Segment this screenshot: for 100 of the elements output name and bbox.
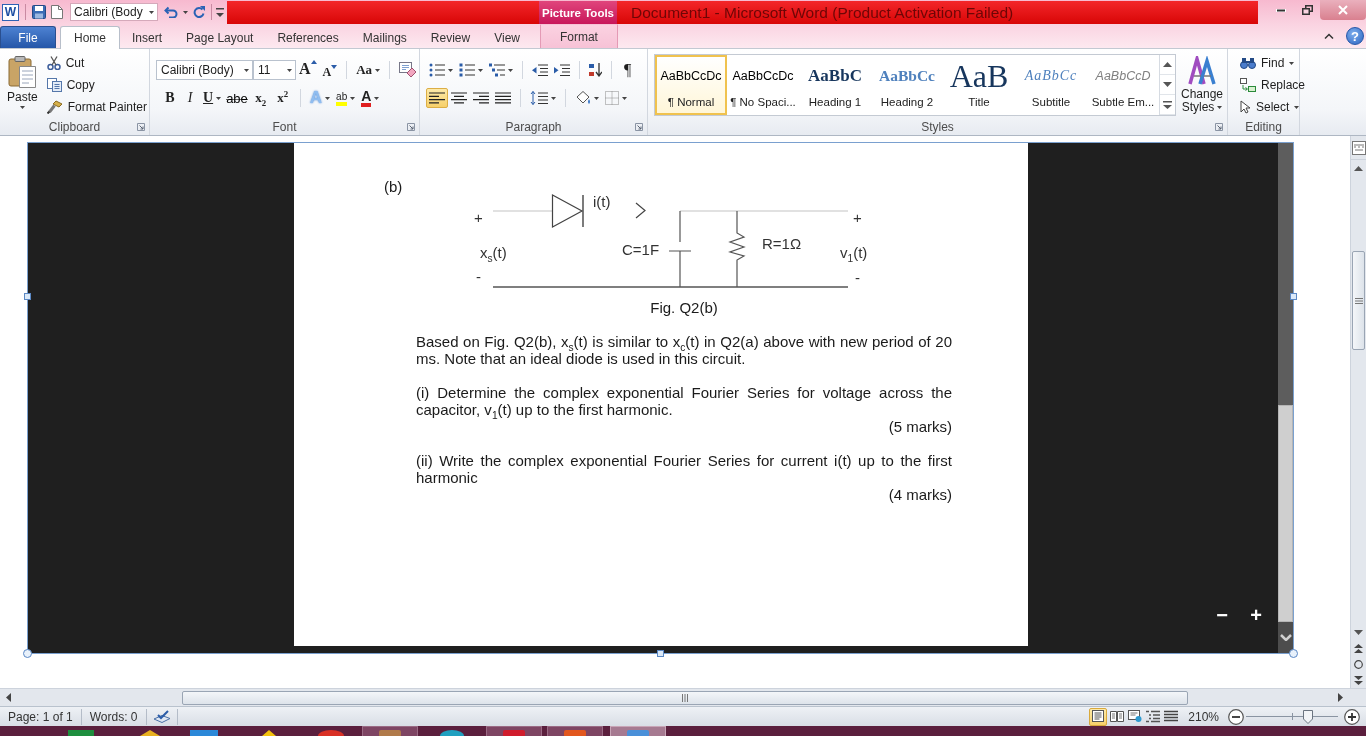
zoom-slider[interactable] — [1246, 708, 1338, 725]
caret-icon — [244, 68, 249, 72]
find-button[interactable]: Find — [1238, 52, 1308, 74]
replace-button[interactable]: Replace — [1238, 74, 1308, 96]
font-size-field[interactable]: 11 — [253, 60, 296, 80]
subscript-button[interactable]: x$_{2}$ — [249, 88, 272, 108]
superscript-button[interactable]: x$^{2}$ — [271, 88, 294, 108]
ribbon-tab[interactable]: View — [482, 26, 532, 48]
font-color-button[interactable]: A — [358, 88, 383, 108]
underline-button[interactable]: U — [200, 88, 225, 108]
align-left-button[interactable] — [426, 88, 448, 108]
style-item[interactable]: AaBbCc Heading 2 — [871, 55, 943, 115]
figure-caption: Fig. Q2(b) — [649, 299, 719, 316]
ruler-icon — [1351, 140, 1366, 155]
borders-icon — [605, 91, 619, 105]
caret-icon — [374, 96, 380, 100]
app-icon[interactable] — [140, 730, 160, 736]
app-icon[interactable] — [440, 730, 464, 736]
circuit-label: x$_{s}$(t) — [480, 244, 507, 261]
zoom-level[interactable]: 210% — [1188, 709, 1219, 724]
chevron-down-icon[interactable] — [1279, 634, 1292, 641]
resize-handle-icon[interactable] — [24, 293, 31, 300]
viewer-zoom-out-button[interactable]: − — [1211, 603, 1233, 627]
change-styles-button[interactable]: Change Styles — [1178, 54, 1226, 116]
grow-font-button[interactable]: A — [296, 60, 320, 80]
caret-icon — [216, 96, 222, 100]
circuit-label: C=1F — [622, 241, 660, 258]
up-arrow-icon — [1354, 165, 1363, 171]
resize-handle-icon[interactable] — [657, 650, 664, 657]
dialog-launcher-button[interactable] — [137, 123, 145, 131]
page-count[interactable]: Page: 1 of 1 — [0, 709, 81, 724]
ribbon-tab[interactable]: Mailings — [350, 26, 419, 48]
caret-icon — [182, 10, 188, 14]
show-formatting-marks-button[interactable]: ¶ — [618, 61, 638, 79]
ribbon-tab[interactable]: Page Layout — [174, 26, 266, 48]
resize-handle-icon[interactable] — [1289, 649, 1298, 658]
restore-icon — [1301, 5, 1313, 15]
ribbon-tab[interactable]: References — [265, 26, 351, 48]
scrollbar-thumb[interactable] — [1352, 251, 1365, 350]
caret-icon — [149, 10, 154, 14]
binoculars-icon — [1240, 57, 1256, 69]
ribbon-tab[interactable]: Home — [60, 26, 120, 49]
resize-handle-icon[interactable] — [1290, 293, 1297, 300]
dialog-launcher-button[interactable] — [407, 123, 415, 131]
ribbon-tab[interactable]: Format — [539, 24, 618, 48]
paint-bucket-icon — [575, 91, 591, 105]
viewer-scrollbar-thumb[interactable] — [1278, 405, 1293, 622]
ribbon-tab[interactable]: Review — [418, 26, 483, 48]
format-painter-button[interactable]: Format Painter — [44, 96, 149, 118]
caret-icon — [478, 68, 483, 72]
circuit-label: i(t) — [593, 193, 611, 210]
print-layout-button[interactable] — [1089, 707, 1108, 726]
justify-icon — [495, 92, 511, 104]
font-name-field[interactable]: Calibri (Body) — [156, 60, 253, 80]
style-item[interactable]: AaBbCc Subtitle — [1015, 55, 1087, 115]
ribbon-tab[interactable]: Insert — [120, 26, 175, 48]
save-button[interactable] — [30, 2, 48, 22]
full-screen-reading-icon — [1110, 710, 1125, 723]
down-arrow-icon — [1163, 82, 1172, 87]
resize-handle-icon[interactable] — [23, 649, 32, 658]
zoom-in-button[interactable] — [1344, 708, 1360, 725]
up-arrow-icon — [310, 60, 317, 64]
viewer-zoom-in-button[interactable]: + — [1245, 603, 1267, 627]
highlight-button[interactable]: ab — [333, 88, 359, 108]
font-name-field[interactable]: Calibri (Body — [70, 3, 158, 21]
select-button[interactable]: Select — [1238, 96, 1308, 118]
circuit-label: - — [476, 268, 481, 285]
print-layout-icon — [1091, 710, 1106, 723]
word-count[interactable]: Words: 0 — [81, 709, 146, 724]
proofing-button[interactable] — [151, 707, 172, 726]
cut-button[interactable]: Cut — [44, 52, 149, 74]
ribbon-tab[interactable]: File — [0, 26, 56, 48]
copy-icon — [46, 78, 62, 92]
word-logo[interactable]: W — [2, 3, 19, 21]
copy-button[interactable]: Copy — [44, 74, 149, 96]
undo-icon — [164, 6, 178, 18]
app-icon — [379, 730, 401, 736]
dialog-launcher-button[interactable] — [635, 123, 643, 131]
change-case-button[interactable]: Aa — [353, 60, 384, 80]
question-text: Based on Fig. Q2(b), x$_{s}$(t) is similar to x$_{c}$(t) in Q2(a) above with new period of 20 ms. Note that an ideal diode is used in this circuit. — [416, 333, 952, 367]
caret-icon — [19, 106, 25, 109]
paste-button[interactable]: Paste — [4, 52, 41, 118]
caret-icon — [325, 96, 331, 100]
style-item[interactable]: AaBbCcDc ¶ No Spaci... — [727, 55, 799, 115]
style-item[interactable]: AaBbCcD Subtle Em... — [1087, 55, 1159, 115]
dialog-launcher-button[interactable] — [1215, 123, 1223, 131]
style-item[interactable]: AaBbC Heading 1 — [799, 55, 871, 115]
style-item[interactable]: AaB Title — [943, 55, 1015, 115]
down-arrow-icon — [331, 65, 338, 69]
app-icon[interactable] — [262, 730, 276, 736]
slider-thumb[interactable] — [1302, 709, 1313, 724]
italic-button[interactable]: I — [180, 88, 200, 108]
style-item[interactable]: AaBbCcDc ¶ Normal — [655, 55, 727, 115]
zoom-out-button[interactable] — [1228, 708, 1244, 725]
shrink-font-button[interactable]: A — [319, 60, 341, 80]
new-document-button[interactable] — [48, 2, 66, 22]
caret-icon — [1217, 106, 1223, 110]
scrollbar-thumb[interactable] — [182, 690, 1188, 705]
bold-button[interactable]: B — [160, 88, 180, 108]
circuit-label: - — [855, 269, 860, 286]
